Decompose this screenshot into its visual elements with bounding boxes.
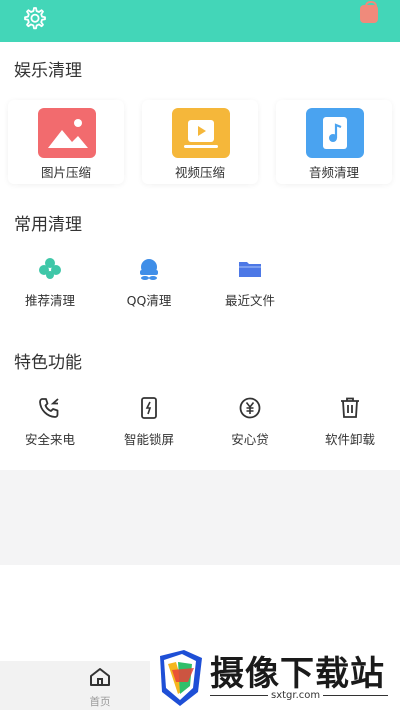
audio-icon xyxy=(306,108,364,158)
tool-label: 智能锁屏 xyxy=(123,432,174,447)
watermark-url: sxtgr.com xyxy=(268,690,324,701)
card-label: 图片压缩 xyxy=(40,165,91,180)
home-icon xyxy=(90,668,110,686)
tool-label: 安全来电 xyxy=(24,432,75,447)
card-label: 音频清理 xyxy=(308,165,359,180)
card-label: 视频压缩 xyxy=(174,165,225,180)
card-video-compress[interactable]: 视频压缩 xyxy=(142,100,258,184)
empty-area xyxy=(0,470,400,565)
tool-recommend-clean[interactable]: 推荐清理 xyxy=(5,258,95,309)
tool-label: 软件卸载 xyxy=(324,432,375,447)
clover-icon xyxy=(38,258,62,280)
bag-icon[interactable] xyxy=(360,1,378,23)
tool-loan[interactable]: 安心贷 xyxy=(205,397,295,448)
watermark-title: 摄像下载站 xyxy=(210,654,385,694)
phone-icon xyxy=(38,397,62,419)
top-bar xyxy=(0,0,400,42)
tool-recent-files[interactable]: 最近文件 xyxy=(205,258,295,309)
section-title-entertainment: 娱乐清理 xyxy=(14,61,82,81)
section-title-features: 特色功能 xyxy=(14,353,82,373)
trash-icon xyxy=(338,397,362,419)
tool-label: 推荐清理 xyxy=(24,293,75,308)
tool-qq-clean[interactable]: QQ清理 xyxy=(104,258,194,309)
tab-home[interactable]: 首页 xyxy=(75,667,125,709)
video-icon xyxy=(172,108,230,158)
tool-uninstall[interactable]: 软件卸载 xyxy=(305,397,395,448)
qq-icon xyxy=(137,258,161,280)
gear-icon[interactable] xyxy=(20,4,48,32)
folder-icon xyxy=(238,258,262,280)
tool-safe-call[interactable]: 安全来电 xyxy=(5,397,95,448)
section-title-common: 常用清理 xyxy=(14,215,82,235)
card-image-compress[interactable]: 图片压缩 xyxy=(8,100,124,184)
tab-home-label: 首页 xyxy=(89,696,111,708)
tool-label: QQ清理 xyxy=(126,293,172,308)
card-audio-clean[interactable]: 音频清理 xyxy=(276,100,392,184)
image-icon xyxy=(38,108,96,158)
yuan-icon xyxy=(238,397,262,419)
tool-label: 安心贷 xyxy=(231,432,269,447)
lock-screen-icon xyxy=(137,397,161,419)
tool-label: 最近文件 xyxy=(224,293,275,308)
tool-smart-lock[interactable]: 智能锁屏 xyxy=(104,397,194,448)
